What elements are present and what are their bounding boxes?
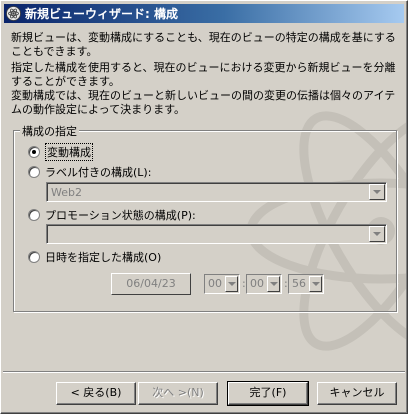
- hour-value: 00: [208, 277, 222, 290]
- chevron-down-icon[interactable]: [369, 226, 385, 242]
- chevron-down-icon[interactable]: [225, 276, 238, 292]
- promotion-combo[interactable]: [46, 224, 387, 244]
- cancel-button[interactable]: キャンセル: [317, 382, 397, 405]
- second-value: 56: [292, 277, 306, 290]
- second-spinner[interactable]: 56: [288, 274, 324, 294]
- label-combo-value: Web2: [51, 186, 82, 199]
- hour-spinner[interactable]: 00: [204, 274, 240, 294]
- radio-button[interactable]: [28, 209, 40, 221]
- radio-labeled-config[interactable]: ラベル付きの構成(L):: [28, 164, 151, 180]
- radio-label: 日時を指定した構成(O): [45, 251, 162, 264]
- atom-icon: [6, 6, 21, 21]
- date-picker-button[interactable]: 06/04/23: [111, 273, 191, 295]
- back-button[interactable]: < 戻る(B): [56, 382, 136, 405]
- radio-label: ラベル付きの構成(L):: [45, 166, 152, 179]
- chevron-down-icon[interactable]: [369, 184, 385, 200]
- button-separator: [3, 371, 405, 373]
- wizard-window: 新規ビューウィザード: 構成 新規ビューは、変動構成にすることも、現在のビューの…: [0, 0, 408, 414]
- minute-value: 00: [250, 277, 264, 290]
- description-text: 新規ビューは、変動構成にすることも、現在のビューの特定の構成を基にすることもでき…: [11, 31, 401, 59]
- minute-spinner[interactable]: 00: [246, 274, 282, 294]
- description-line-2: 指定した構成を使用すると、現在のビューにおける変更から新規ビューを分離することが…: [11, 61, 396, 88]
- description-text-2: 指定した構成を使用すると、現在のビューにおける変更から新規ビューを分離することが…: [11, 61, 401, 117]
- group-legend: 構成の指定: [20, 123, 79, 139]
- window-title: 新規ビューウィザード: 構成: [25, 7, 178, 21]
- radio-label: プロモーション状態の構成(P):: [45, 209, 196, 222]
- radio-button[interactable]: [28, 166, 40, 178]
- finish-button[interactable]: 完了(F): [227, 381, 309, 406]
- radio-datetime-config[interactable]: 日時を指定した構成(O): [28, 249, 161, 265]
- description-line-1: 新規ビューは、変動構成にすることも、現在のビューの特定の構成を基にすることもでき…: [11, 31, 396, 58]
- chevron-down-icon[interactable]: [267, 276, 280, 292]
- description-line-3: 変動構成では、現在のビューと新しいビューの間の変更の伝播は個々のアイテムの動作設…: [11, 89, 396, 116]
- title-bar[interactable]: 新規ビューウィザード: 構成: [4, 4, 404, 23]
- radio-promotion-config[interactable]: プロモーション状態の構成(P):: [28, 207, 196, 223]
- radio-button[interactable]: [28, 146, 40, 158]
- radio-label: 変動構成: [45, 143, 93, 161]
- radio-button[interactable]: [28, 251, 40, 263]
- chevron-down-icon[interactable]: [309, 276, 322, 292]
- label-combo[interactable]: Web2: [46, 182, 387, 202]
- radio-floating-config[interactable]: 変動構成: [28, 143, 93, 161]
- next-button[interactable]: 次へ >(N): [138, 382, 218, 405]
